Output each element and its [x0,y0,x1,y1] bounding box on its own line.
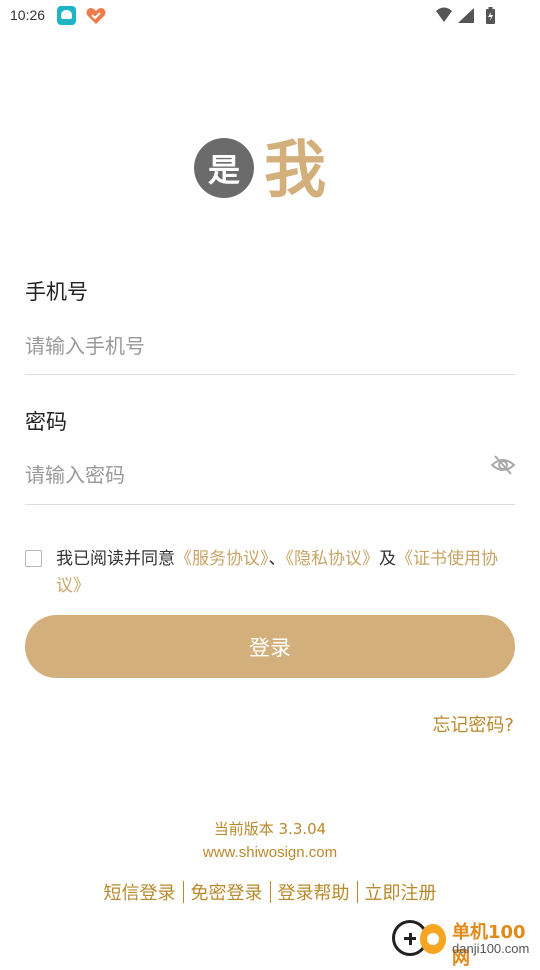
website-text: www.shiwosign.com [202,844,338,861]
login-help-link[interactable]: 登录帮助 [271,879,357,905]
wifi-icon [436,7,452,22]
phone-divider [25,374,515,375]
agreement-sep: 、 [268,549,286,569]
app-logo: 是 我 [194,132,349,212]
phone-input[interactable] [25,321,515,371]
version-text: 当前版本 3.3.04 [213,820,327,838]
service-agreement-link[interactable]: 《服务协议》 [175,549,269,569]
status-icons [434,6,504,26]
logo-char: 我 [264,133,327,206]
status-time: 10:26 [10,7,46,23]
agreement-checkbox[interactable] [25,550,42,567]
agreement-text: 我已阅读并同意《服务协议》、《隐私协议》及《证书使用协议》 [56,546,516,600]
login-button[interactable]: 登录 [25,615,515,678]
password-label: 密码 [25,410,67,434]
eye-off-icon[interactable] [490,452,516,478]
register-link[interactable]: 立即注册 [358,879,444,905]
watermark: 单机100网 danji100.com [392,916,538,969]
password-input[interactable] [25,450,480,500]
signal-icon [458,8,474,23]
phone-label: 手机号 [25,280,88,304]
battery-icon [486,7,495,24]
logo-circle: 是 [194,138,254,198]
agreement-and: 及 [379,549,396,569]
app-notification-icon [57,6,76,25]
watermark-url: danji100.com [452,941,530,956]
privacy-agreement-link[interactable]: 《隐私协议》 [286,549,380,569]
heart-notification-icon [86,7,106,25]
forgot-password-link[interactable]: 忘记密码? [432,711,514,737]
password-divider [25,504,515,505]
sms-login-link[interactable]: 短信登录 [97,879,183,905]
passwordless-login-link[interactable]: 免密登录 [184,879,270,905]
agreement-prefix: 我已阅读并同意 [56,549,175,569]
watermark-circle-icon [420,924,446,954]
bottom-links: 短信登录 免密登录 登录帮助 立即注册 [0,879,540,905]
status-bar: 10:26 [0,0,540,32]
